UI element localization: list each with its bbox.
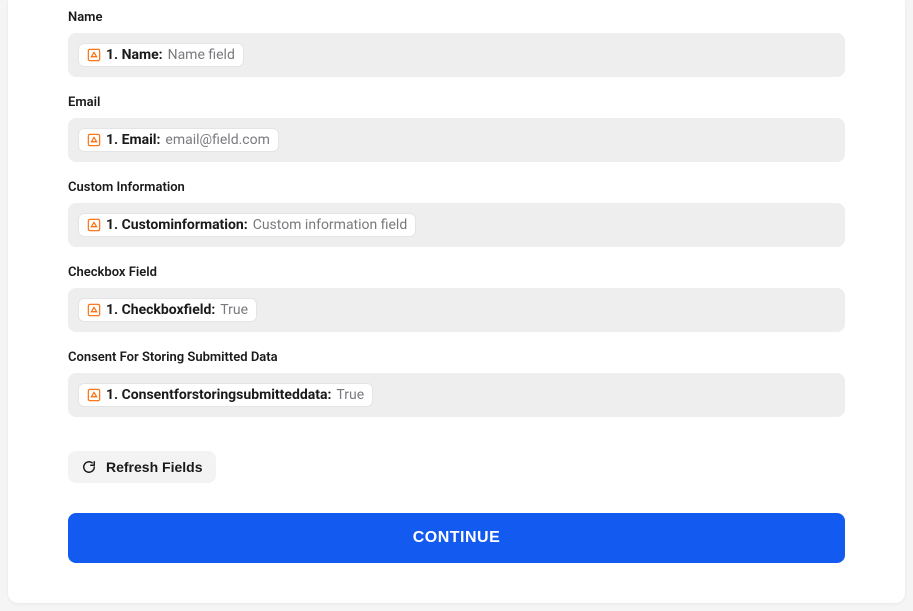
pill-value: Custom information field bbox=[253, 217, 408, 233]
pill-key: 1. Custominformation: bbox=[106, 217, 248, 233]
input-consent[interactable]: 1. Consentforstoringsubmitteddata: True bbox=[68, 373, 845, 417]
pill-value: email@field.com bbox=[165, 132, 269, 148]
label-checkbox: Checkbox Field bbox=[68, 265, 845, 280]
input-email[interactable]: 1. Email: email@field.com bbox=[68, 118, 845, 162]
source-icon bbox=[87, 48, 101, 62]
pill-value: True bbox=[336, 387, 364, 403]
pill-key: 1. Consentforstoringsubmitteddata: bbox=[106, 387, 331, 403]
input-checkbox[interactable]: 1. Checkboxfield: True bbox=[68, 288, 845, 332]
field-checkbox: Checkbox Field 1. Checkboxfield: True bbox=[68, 265, 845, 332]
field-consent: Consent For Storing Submitted Data 1. Co… bbox=[68, 350, 845, 417]
source-icon bbox=[87, 303, 101, 317]
continue-button[interactable]: CONTINUE bbox=[68, 513, 845, 563]
field-name: Name 1. Name: Name field bbox=[68, 10, 845, 77]
label-email: Email bbox=[68, 95, 845, 110]
pill-key: 1. Checkboxfield: bbox=[106, 302, 215, 318]
source-icon bbox=[87, 218, 101, 232]
refresh-label: Refresh Fields bbox=[106, 459, 202, 475]
source-icon bbox=[87, 133, 101, 147]
field-custom-information: Custom Information 1. Custominformation:… bbox=[68, 180, 845, 247]
actions-row: Refresh Fields bbox=[68, 451, 845, 483]
refresh-fields-button[interactable]: Refresh Fields bbox=[68, 451, 216, 483]
pill-name[interactable]: 1. Name: Name field bbox=[78, 43, 244, 67]
pill-custom-information[interactable]: 1. Custominformation: Custom information… bbox=[78, 213, 416, 237]
input-name[interactable]: 1. Name: Name field bbox=[68, 33, 845, 77]
source-icon bbox=[87, 388, 101, 402]
label-custom-information: Custom Information bbox=[68, 180, 845, 195]
form-card: Name 1. Name: Name field Email bbox=[8, 0, 905, 603]
field-email: Email 1. Email: email@field.com bbox=[68, 95, 845, 162]
pill-value: Name field bbox=[168, 47, 235, 63]
label-consent: Consent For Storing Submitted Data bbox=[68, 350, 845, 365]
pill-email[interactable]: 1. Email: email@field.com bbox=[78, 128, 279, 152]
pill-consent[interactable]: 1. Consentforstoringsubmitteddata: True bbox=[78, 383, 373, 407]
pill-checkbox[interactable]: 1. Checkboxfield: True bbox=[78, 298, 257, 322]
input-custom-information[interactable]: 1. Custominformation: Custom information… bbox=[68, 203, 845, 247]
pill-value: True bbox=[220, 302, 248, 318]
pill-key: 1. Name: bbox=[106, 47, 163, 63]
refresh-icon bbox=[82, 460, 96, 474]
pill-key: 1. Email: bbox=[106, 132, 160, 148]
label-name: Name bbox=[68, 10, 845, 25]
